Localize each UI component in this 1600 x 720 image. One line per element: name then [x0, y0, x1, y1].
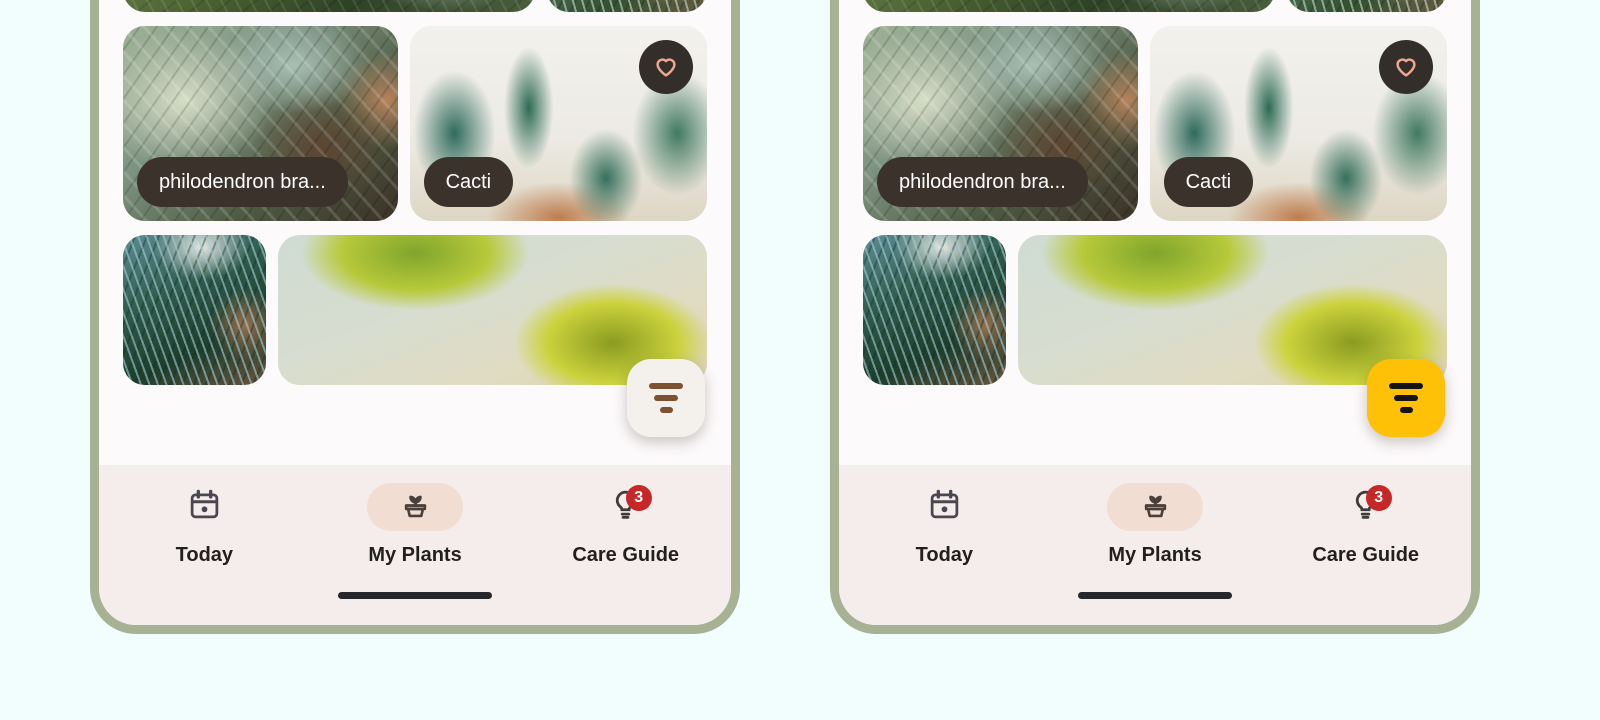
plant-card-philodendron[interactable]: philodendron bra... — [863, 26, 1138, 221]
screenshot-canvas: monstera siltepecana philodendron bra... C… — [0, 0, 1600, 720]
plant-card-palm[interactable] — [1286, 0, 1447, 12]
plant-grid-row: philodendron bra... Cacti — [123, 26, 707, 221]
heart-icon — [1392, 52, 1420, 83]
bottom-navigation-bar: Today My Plants 3 Care Guide — [99, 465, 731, 625]
phone-screen: monstera siltepecana philodendron bra... C… — [839, 0, 1471, 625]
nav-label: My Plants — [1108, 544, 1202, 566]
plant-card-monstera[interactable]: monstera siltepecana — [123, 0, 535, 12]
nav-tab-today[interactable]: Today — [99, 483, 310, 567]
heart-icon — [652, 52, 680, 83]
bottom-navigation-bar: Today My Plants 3 Care Guide — [839, 465, 1471, 625]
potted-plant-icon — [399, 488, 432, 526]
potted-plant-icon-wrap — [1107, 483, 1203, 531]
nav-tab-care-guide[interactable]: 3 Care Guide — [1260, 483, 1471, 567]
plant-card-blue-palm[interactable] — [863, 235, 1006, 385]
plant-card-palm[interactable] — [546, 0, 707, 12]
plant-name-label: philodendron bra... — [137, 157, 348, 207]
potted-plant-icon-wrap — [367, 483, 463, 531]
nav-label: Today — [915, 544, 974, 566]
nav-label: My Plants — [368, 544, 462, 566]
plant-grid[interactable]: monstera siltepecana philodendron bra... C… — [99, 0, 731, 465]
plant-photo — [546, 0, 707, 12]
home-indicator[interactable] — [338, 592, 492, 599]
plant-grid[interactable]: monstera siltepecana philodendron bra... C… — [839, 0, 1471, 465]
notification-badge: 3 — [1365, 485, 1392, 511]
plant-grid-row — [863, 235, 1447, 385]
calendar-icon-wrap — [156, 483, 252, 531]
nav-label: Care Guide — [1312, 544, 1420, 566]
filter-fab[interactable] — [1367, 359, 1445, 437]
calendar-icon — [188, 488, 221, 526]
plant-card-cacti[interactable]: Cacti — [409, 26, 707, 221]
nav-tab-care-guide[interactable]: 3 Care Guide — [520, 483, 731, 567]
favorite-button[interactable] — [639, 40, 693, 94]
nav-tab-my-plants[interactable]: My Plants — [1050, 483, 1261, 567]
plant-card-blue-palm[interactable] — [123, 235, 266, 385]
nav-items: Today My Plants 3 Care Guide — [99, 483, 731, 567]
filter-icon — [1389, 383, 1423, 413]
plant-grid-row: monstera siltepecana — [123, 0, 707, 12]
plant-name-label: Cacti — [423, 157, 514, 207]
plant-grid-row: monstera siltepecana — [863, 0, 1447, 12]
lightbulb-icon-wrap: 3 — [1318, 483, 1414, 531]
nav-items: Today My Plants 3 Care Guide — [839, 483, 1471, 567]
potted-plant-icon — [1139, 488, 1172, 526]
home-indicator[interactable] — [1078, 592, 1232, 599]
phone-screen: monstera siltepecana philodendron bra... C… — [99, 0, 731, 625]
plant-name-label: Cacti — [1163, 157, 1254, 207]
calendar-icon — [928, 488, 961, 526]
lightbulb-icon-wrap: 3 — [578, 483, 674, 531]
favorite-button[interactable] — [1379, 40, 1433, 94]
plant-photo — [123, 0, 535, 12]
nav-label: Care Guide — [572, 544, 680, 566]
plant-name-label: philodendron bra... — [877, 157, 1088, 207]
plant-photo — [863, 0, 1275, 12]
filter-fab[interactable] — [627, 359, 705, 437]
nav-label: Today — [175, 544, 234, 566]
phone-right: monstera siltepecana philodendron bra... C… — [830, 0, 1480, 634]
plant-photo — [863, 235, 1006, 385]
calendar-icon-wrap — [896, 483, 992, 531]
nav-tab-my-plants[interactable]: My Plants — [310, 483, 521, 567]
plant-photo — [1286, 0, 1447, 12]
nav-tab-today[interactable]: Today — [839, 483, 1050, 567]
plant-card-cacti[interactable]: Cacti — [1149, 26, 1447, 221]
plant-photo — [123, 235, 266, 385]
plant-grid-row: philodendron bra... Cacti — [863, 26, 1447, 221]
notification-badge: 3 — [625, 485, 652, 511]
phone-left: monstera siltepecana philodendron bra... C… — [90, 0, 740, 634]
plant-card-philodendron[interactable]: philodendron bra... — [123, 26, 398, 221]
plant-grid-row — [123, 235, 707, 385]
plant-card-monstera[interactable]: monstera siltepecana — [863, 0, 1275, 12]
filter-icon — [649, 383, 683, 413]
